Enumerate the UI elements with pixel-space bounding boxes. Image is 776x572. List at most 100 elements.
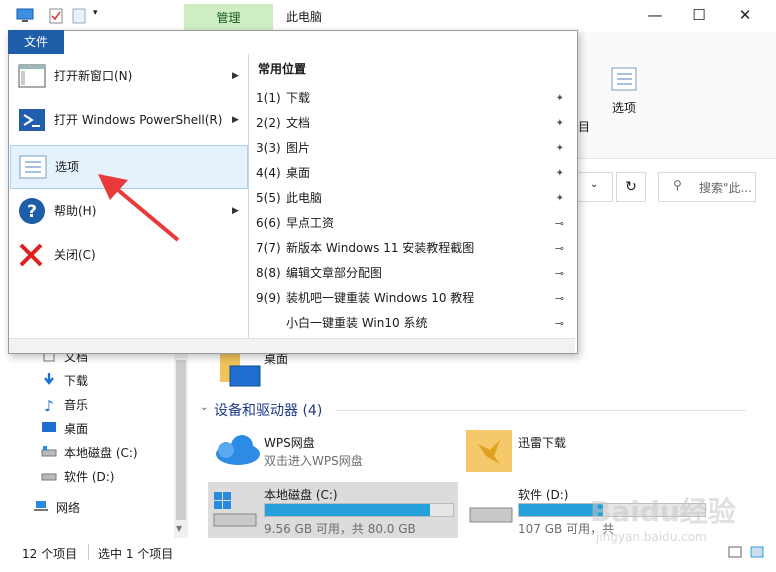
recent-item-label: 图片 (286, 141, 311, 155)
recent-item-label: 装机吧一键重装 Windows 10 教程 (286, 291, 475, 305)
desktop-folder-icon[interactable] (220, 350, 262, 388)
unpinned-icon[interactable]: ⊸ (555, 211, 564, 236)
ribbon-options-button[interactable]: 选项 (606, 66, 642, 116)
music-icon: ♪ (44, 396, 54, 415)
annotation-arrow-icon (98, 174, 180, 242)
recent-item-number: 9(9) (256, 291, 281, 305)
recent-item[interactable]: 2(2) 文档 ✦ (256, 111, 572, 136)
recent-item[interactable]: 1(1) 下载 ✦ (256, 86, 572, 111)
status-divider (88, 544, 89, 560)
unpinned-icon[interactable]: ⊸ (555, 236, 564, 261)
file-menu-footer (9, 338, 575, 353)
recent-item-label: 编辑文章部分配图 (286, 266, 383, 280)
drive-icon (40, 442, 58, 466)
file-menu-divider (248, 54, 249, 338)
network-icon (32, 497, 50, 521)
device-sub: 双击进入WPS网盘 (264, 454, 363, 468)
pinned-icon[interactable]: ✦ (556, 86, 564, 111)
recent-item[interactable]: 小白一键重装 Win10 系统 ⊸ (256, 311, 572, 336)
quick-access-dropdown-icon[interactable]: ▾ (93, 8, 98, 18)
nav-item-music[interactable]: ♪ 音乐 (40, 393, 170, 417)
nav-scroll-thumb[interactable] (176, 360, 186, 520)
search-input[interactable]: ⚲ 搜索"此... (658, 172, 756, 202)
recent-item[interactable]: 4(4) 桌面 ✦ (256, 161, 572, 186)
computer-icon[interactable] (16, 8, 34, 24)
tab-file[interactable]: 文件 (8, 30, 64, 54)
help-icon: ? (19, 198, 45, 224)
drive-c-name: 本地磁盘 (C:) (264, 488, 338, 502)
ribbon-partial-label: 目 (578, 120, 591, 134)
powershell-icon (19, 109, 45, 131)
drive-c-usage-fill (265, 504, 431, 516)
window-icon (18, 64, 46, 88)
recent-item-number: 3(3) (256, 141, 281, 155)
desktop-icon (40, 418, 58, 442)
unpinned-icon[interactable]: ⊸ (555, 286, 564, 311)
menu-item-label: 打开 Windows PowerShell(R) (54, 113, 223, 127)
recent-item[interactable]: 9(9) 装机吧一键重装 Windows 10 教程 ⊸ (256, 286, 572, 311)
tiles-view-icon[interactable] (750, 546, 764, 558)
new-folder-icon[interactable] (72, 8, 86, 24)
collapse-section-icon[interactable]: ⌄ (200, 402, 208, 413)
search-placeholder: 搜索"此... (699, 181, 752, 195)
recent-item-number: 6(6) (256, 216, 281, 230)
status-selected: 选中 1 个项目 (98, 547, 174, 561)
recent-item[interactable]: 8(8) 编辑文章部分配图 ⊸ (256, 261, 572, 286)
recent-item-number: 4(4) (256, 166, 281, 180)
cloud-icon (216, 435, 260, 465)
menu-item-new-window[interactable]: 打开新窗口(N) ▶ (10, 54, 246, 98)
search-icon: ⚲ (673, 178, 682, 192)
submenu-arrow-icon: ▶ (232, 71, 239, 81)
refresh-icon: ↻ (625, 179, 637, 195)
drive-d-name[interactable]: 软件 (D:) (518, 486, 568, 503)
refresh-button[interactable]: ↻ (616, 172, 646, 202)
recent-item-number: 7(7) (256, 241, 281, 255)
navigation-pane: 文档 下载 ♪ 音乐 桌面 本地磁盘 (C:) 软件 (D:) (40, 345, 170, 489)
pinned-icon[interactable]: ✦ (556, 186, 564, 211)
close-window-button[interactable]: ✕ (722, 0, 768, 32)
pinned-icon[interactable]: ✦ (556, 111, 564, 136)
recent-item-number: 1(1) (256, 91, 281, 105)
window-title: 此电脑 (286, 10, 323, 24)
options-icon (611, 67, 637, 91)
unpinned-icon[interactable]: ⊸ (555, 261, 564, 286)
drive-icon (40, 466, 58, 490)
nav-item-drive-d[interactable]: 软件 (D:) (40, 465, 170, 489)
address-dropdown[interactable]: ⌄ (578, 172, 613, 202)
recent-item-label: 文档 (286, 116, 311, 130)
title-bar: ▾ 管理 此电脑 — ☐ ✕ (0, 0, 776, 32)
svg-text:?: ? (27, 202, 37, 222)
ribbon-options-label: 选项 (611, 101, 636, 115)
submenu-arrow-icon: ▶ (232, 115, 239, 125)
recent-item-number: 5(5) (256, 191, 281, 205)
device-xunlei[interactable]: 迅雷下载 (464, 426, 684, 476)
scroll-down-icon[interactable]: ▼ (176, 524, 182, 533)
properties-icon[interactable] (48, 8, 64, 24)
nav-item-drive-c[interactable]: 本地磁盘 (C:) (40, 441, 170, 465)
details-view-icon[interactable] (728, 546, 742, 558)
nav-item-network[interactable]: 网络 (32, 496, 80, 520)
recent-item-label: 新版本 Windows 11 安装教程截图 (286, 241, 475, 255)
section-devices[interactable]: 设备和驱动器 (4) (214, 400, 322, 420)
windows-drive-icon (212, 492, 258, 535)
watermark-url: jingyan.baidu.com (596, 530, 707, 544)
options-icon (19, 155, 47, 179)
unpinned-icon[interactable]: ⊸ (555, 311, 564, 336)
recent-item[interactable]: 7(7) 新版本 Windows 11 安装教程截图 ⊸ (256, 236, 572, 261)
pinned-icon[interactable]: ✦ (556, 161, 564, 186)
submenu-arrow-icon: ▶ (232, 206, 239, 216)
recent-item-label: 下载 (286, 91, 311, 105)
recent-item[interactable]: 5(5) 此电脑 ✦ (256, 186, 572, 211)
device-wps[interactable]: WPS网盘 双击进入WPS网盘 (210, 430, 410, 474)
nav-item-downloads[interactable]: 下载 (40, 369, 170, 393)
status-count: 12 个项目 (22, 547, 78, 561)
tab-manage[interactable]: 管理 (184, 4, 273, 32)
recent-item[interactable]: 3(3) 图片 ✦ (256, 136, 572, 161)
pinned-icon[interactable]: ✦ (556, 136, 564, 161)
recent-item[interactable]: 6(6) 早点工资 ⊸ (256, 211, 572, 236)
nav-item-desktop[interactable]: 桌面 (40, 417, 170, 441)
minimize-button[interactable]: — (632, 0, 678, 32)
menu-item-powershell[interactable]: 打开 Windows PowerShell(R) ▶ (10, 98, 246, 142)
download-icon (40, 370, 58, 394)
maximize-button[interactable]: ☐ (676, 0, 722, 32)
